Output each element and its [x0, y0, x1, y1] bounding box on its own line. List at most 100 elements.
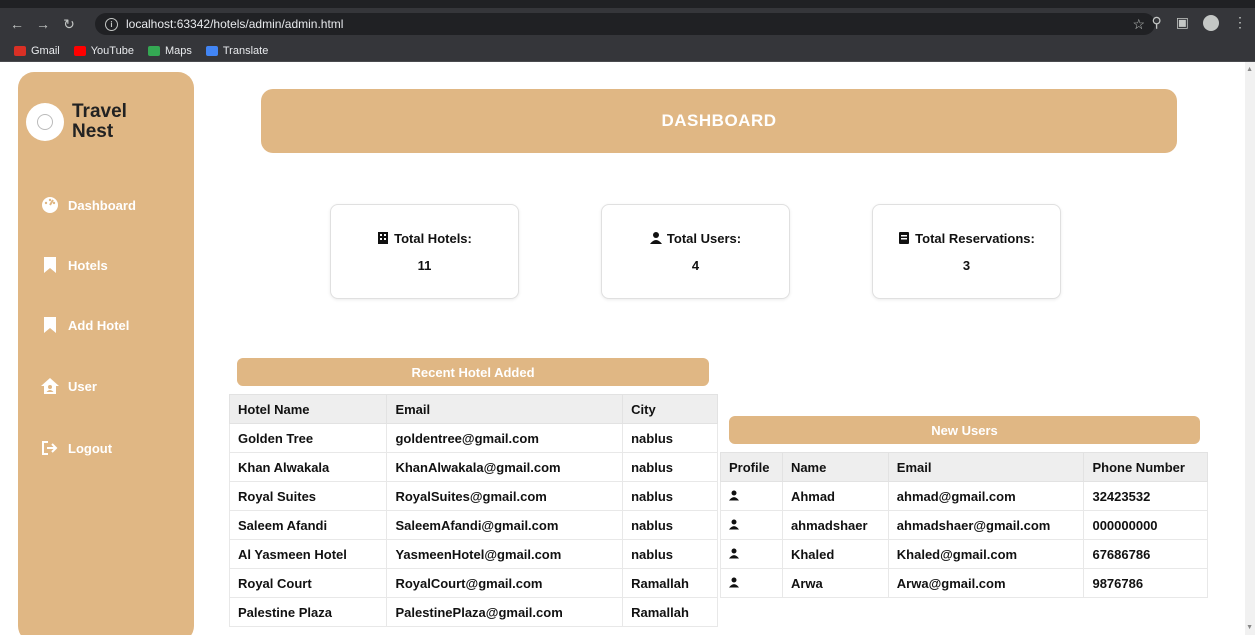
sidebar-item-label: Dashboard	[68, 197, 136, 213]
table-cell: RoyalCourt@gmail.com	[386, 568, 624, 598]
bookmark-gmail[interactable]: Gmail	[14, 45, 60, 57]
maps-icon	[147, 45, 160, 56]
reload-icon[interactable]: ↻	[60, 15, 78, 33]
table-row[interactable]: Khaled Khaled@gmail.com 67686786	[720, 539, 1208, 569]
table-cell: 67686786	[1083, 539, 1208, 569]
section-title-text: Recent Hotel Added	[411, 364, 535, 380]
column-header: Email	[887, 452, 1085, 482]
page-scrollbar[interactable]	[1245, 62, 1255, 635]
stat-card-hotels: Total Hotels: 11	[330, 204, 519, 299]
user-icon	[729, 548, 739, 558]
stat-label: Total Reservations:	[915, 230, 1035, 246]
bookmark-icon	[40, 315, 60, 335]
section-title-text: New Users	[931, 422, 998, 438]
table-cell: goldentree@gmail.com	[386, 423, 624, 453]
scroll-down-icon[interactable]: ▼	[1246, 624, 1253, 631]
table-cell: Ahmad	[781, 481, 889, 511]
table-row[interactable]: Royal Court RoyalCourt@gmail.com Ramallah	[228, 568, 718, 598]
url-text[interactable]: localhost:63342/hotels/admin/admin.html	[126, 17, 343, 31]
brand-logo[interactable]: Travel Nest	[26, 102, 127, 142]
table-cell: Khaled@gmail.com	[887, 539, 1085, 569]
receipt-icon	[899, 232, 910, 244]
site-info-icon[interactable]: i	[105, 17, 118, 31]
table-cell: Arwa@gmail.com	[887, 568, 1085, 598]
stat-label: Total Users:	[666, 230, 742, 246]
brand-line1: Travel	[72, 101, 127, 122]
bookmark-maps[interactable]: Maps	[147, 45, 192, 57]
stat-label: Total Hotels:	[394, 230, 472, 246]
table-row[interactable]: Palestine Plaza PalestinePlaza@gmail.com R…	[228, 597, 718, 627]
table-row[interactable]: Saleem Afandi SaleemAfandi@gmail.com nablu…	[228, 510, 718, 540]
translate-icon	[205, 45, 218, 56]
table-cell: PalestinePlaza@gmail.com	[386, 597, 624, 627]
bookmarks-bar: Gmail YouTube Maps Translate	[0, 40, 1255, 62]
table-row[interactable]: Golden Tree goldentree@gmail.com nablus	[228, 423, 718, 453]
sidebar-item-logout[interactable]: Logout	[40, 438, 112, 458]
recent-hotels-title: Recent Hotel Added	[237, 358, 709, 386]
table-cell: nablus	[622, 539, 718, 569]
table-cell: Royal Suites	[228, 481, 388, 511]
table-row[interactable]: Royal Suites RoyalSuites@gmail.com nablus	[228, 481, 718, 511]
table-row[interactable]: Khan Alwakala KhanAlwakala@gmail.com nablu…	[228, 452, 718, 482]
sidebar-item-add-hotel[interactable]: Add Hotel	[40, 315, 129, 335]
bookmark-icon	[40, 255, 60, 275]
back-icon[interactable]: ←	[8, 15, 26, 33]
browser-tab-strip	[0, 0, 1255, 8]
table-cell: nablus	[622, 481, 718, 511]
user-icon	[729, 519, 739, 529]
extensions-icon[interactable]: ⚲	[1152, 14, 1162, 31]
stat-value: 3	[962, 257, 971, 273]
table-cell: nablus	[622, 423, 718, 453]
brand-line2: Nest	[72, 121, 114, 142]
table-cell: YasmeenHotel@gmail.com	[386, 539, 624, 569]
table-cell: Khan Alwakala	[228, 452, 388, 482]
table-cell: 9876786	[1083, 568, 1208, 598]
sidebar-item-label: Add Hotel	[68, 317, 130, 333]
bookmark-star-icon[interactable]: ☆	[1132, 16, 1145, 33]
new-users-table: Profile Name Email Phone Number Ahmad ahmad@…	[720, 452, 1208, 598]
table-cell: 000000000	[1083, 510, 1208, 540]
table-cell: RoyalSuites@gmail.com	[386, 481, 624, 511]
sidebar-item-hotels[interactable]: Hotels	[40, 255, 108, 275]
bookmark-label: YouTube	[90, 44, 134, 57]
user-icon	[729, 577, 739, 587]
bookmark-label: Gmail	[31, 44, 60, 57]
profile-avatar-icon[interactable]	[1203, 14, 1219, 31]
page: Travel Nest Dashboard Hotels Add Hotel U…	[0, 62, 1255, 635]
sidebar-item-user[interactable]: User	[40, 376, 97, 396]
table-cell: Golden Tree	[228, 423, 388, 453]
table-row[interactable]: Arwa Arwa@gmail.com 9876786	[720, 568, 1208, 598]
table-row[interactable]: Al Yasmeen Hotel YasmeenHotel@gmail.com na…	[228, 539, 718, 569]
recent-hotels-table: Hotel Name Email City Golden Tree goldentre…	[228, 394, 718, 627]
table-cell: nablus	[622, 452, 718, 482]
user-icon	[649, 232, 662, 244]
forward-icon[interactable]: →	[34, 15, 52, 33]
sidebar: Travel Nest Dashboard Hotels Add Hotel U…	[18, 72, 194, 635]
sidebar-item-dashboard[interactable]: Dashboard	[40, 195, 136, 215]
browser-toolbar: ← → ↻ i localhost:63342/hotels/admin/adm…	[0, 8, 1255, 40]
page-title: DASHBOARD	[661, 111, 777, 130]
table-cell: KhanAlwakala@gmail.com	[386, 452, 624, 482]
table-cell: nablus	[622, 510, 718, 540]
table-cell: ahmadshaer@gmail.com	[887, 510, 1085, 540]
column-header: Phone Number	[1083, 452, 1208, 482]
scroll-up-icon[interactable]: ▲	[1246, 66, 1253, 73]
bookmark-youtube[interactable]: YouTube	[73, 44, 134, 57]
column-header: City	[622, 394, 718, 424]
table-row[interactable]: ahmadshaer ahmadshaer@gmail.com 000000000	[720, 510, 1208, 540]
column-header: Hotel Name	[228, 394, 388, 424]
sidebar-item-label: Logout	[68, 440, 113, 456]
table-cell: SaleemAfandi@gmail.com	[386, 510, 624, 540]
table-cell: ahmad@gmail.com	[887, 481, 1085, 511]
sidepanel-icon[interactable]: ▣	[1176, 14, 1189, 31]
gmail-icon	[14, 45, 26, 56]
new-users-title: New Users	[729, 416, 1200, 444]
menu-kebab-icon[interactable]: ⋮	[1233, 14, 1247, 31]
table-cell: Royal Court	[228, 568, 388, 598]
column-header: Name	[781, 452, 889, 482]
stat-card-users: Total Users: 4	[601, 204, 790, 299]
table-row[interactable]: Ahmad ahmad@gmail.com 32423532	[720, 481, 1208, 511]
logout-icon	[40, 438, 60, 458]
address-bar[interactable]: i localhost:63342/hotels/admin/admin.htm…	[95, 13, 1155, 35]
bookmark-translate[interactable]: Translate	[205, 45, 268, 57]
